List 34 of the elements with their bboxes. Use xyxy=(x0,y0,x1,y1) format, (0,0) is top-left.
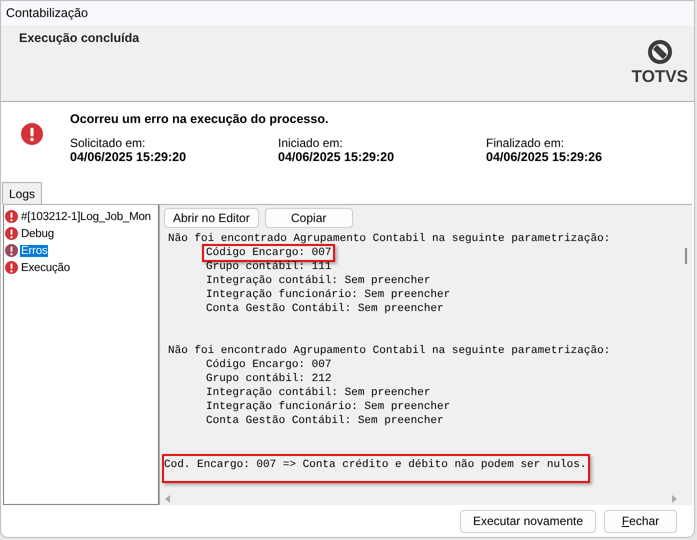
tree-item[interactable]: Execução xyxy=(20,262,71,274)
log-line: Grupo contábil: 111 xyxy=(205,260,332,275)
tree-item[interactable]: Erros xyxy=(20,244,48,256)
log-line: Grupo contábil: 212 xyxy=(205,372,332,387)
log-line: Não foi encontrado Agrupamento Contabil na seguinte parametrização: xyxy=(167,232,612,247)
dialog-button[interactable]: Executar novamente xyxy=(460,510,596,532)
error-message: Ocorreu um erro na execução do processo. xyxy=(70,112,330,126)
log-line: Integração contábil: Sem preencher xyxy=(205,386,432,401)
log-line: Código Encargo: 007 xyxy=(205,358,332,373)
time-value: 04/06/2025 15:29:26 xyxy=(486,150,604,164)
tree-item[interactable]: #[103212-1]Log_Job_Mon xyxy=(20,210,152,222)
time-label: Iniciado em: xyxy=(278,136,344,150)
header-title: Execução concluída xyxy=(19,31,140,47)
error-icon xyxy=(21,120,43,148)
log-line: Conta Gestão Contábil: Sem preencher xyxy=(205,414,445,429)
time-value: 04/06/2025 15:29:20 xyxy=(278,150,396,164)
log-line: Integração funcionário: Sem preencher xyxy=(205,288,452,303)
log-line: Integração funcionário: Sem preencher xyxy=(205,400,452,415)
log-line: Conta Gestão Contábil: Sem preencher xyxy=(205,302,445,317)
scroll-left-icon[interactable] xyxy=(164,494,172,502)
time-value: 04/06/2025 15:29:20 xyxy=(70,150,188,164)
toolbar-button[interactable]: Abrir no Editor xyxy=(164,208,259,228)
scroll-right-icon[interactable] xyxy=(670,494,678,502)
time-label: Finalizado em: xyxy=(486,136,566,150)
dialog-button[interactable]: Fechar xyxy=(604,510,677,532)
logo-icon xyxy=(646,39,673,65)
time-label: Solicitado em: xyxy=(70,136,146,150)
tree-item[interactable]: Debug xyxy=(20,228,55,240)
log-line: Não foi encontrado Agrupamento Contabil na seguinte parametrização: xyxy=(167,344,612,359)
log-line: Integração contábil: Sem preencher xyxy=(205,274,432,289)
toolbar-button[interactable]: Copiar xyxy=(264,208,353,228)
window-title: Contabilização xyxy=(6,6,88,20)
tab[interactable]: Logs xyxy=(2,182,42,204)
logo-text: TOTVS xyxy=(632,67,688,87)
